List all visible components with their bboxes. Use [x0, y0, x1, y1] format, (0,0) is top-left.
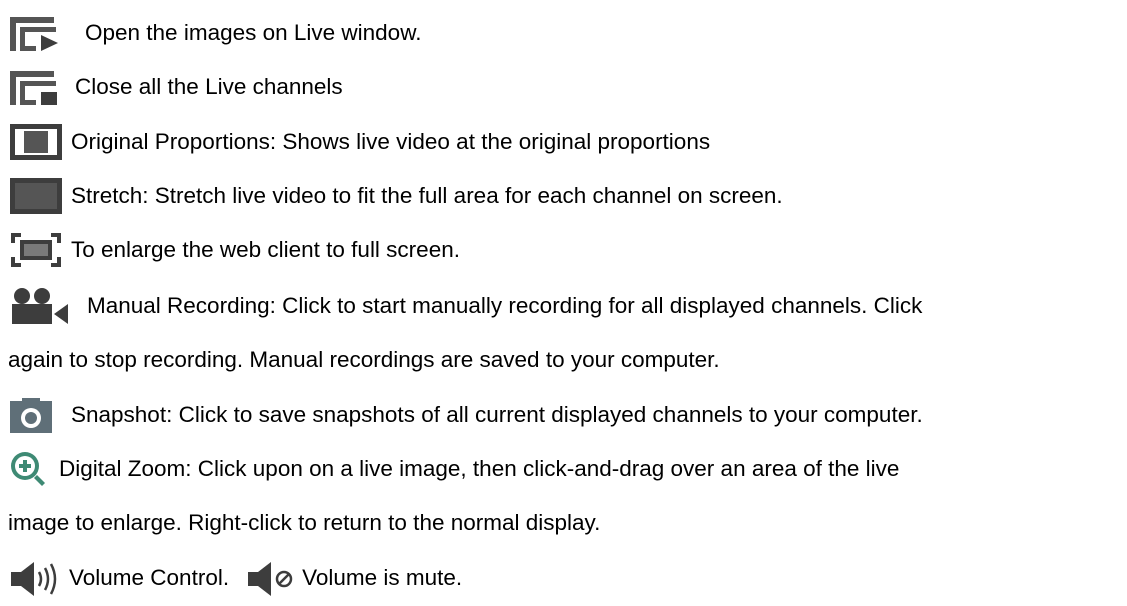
volume-icon: [8, 558, 62, 598]
open-live-window-icon: [8, 13, 66, 53]
fullscreen-text: To enlarge the web client to full screen…: [71, 237, 460, 262]
open-live-text: Open the images on Live window.: [85, 20, 422, 45]
manual-recording-line-2: again to stop recording. Manual recordin…: [8, 340, 720, 380]
digital-zoom-line-2: image to enlarge. Right-click to return …: [8, 503, 600, 543]
volume-mute-icon: [245, 558, 295, 598]
zoom-in-icon: [8, 449, 48, 489]
manual-recording-text: Manual Recording: Click to start manuall…: [87, 293, 923, 318]
stretch-icon: [8, 176, 64, 216]
stretch-text: Stretch: Stretch live video to fit the f…: [71, 183, 783, 208]
volume-text: Volume Control.: [69, 565, 230, 590]
fullscreen-icon: [8, 230, 64, 270]
close-live-line: Close all the Live channels: [8, 67, 343, 107]
digital-zoom-text-2: image to enlarge. Right-click to return …: [8, 510, 601, 535]
close-live-channels-icon: [8, 67, 66, 107]
volume-line: Volume Control. Volume is mute.: [8, 558, 462, 598]
open-live-line: Open the images on Live window.: [8, 13, 421, 53]
stretch-line: Stretch: Stretch live video to fit the f…: [8, 176, 783, 216]
snapshot-text: Snapshot: Click to save snapshots of all…: [71, 402, 923, 427]
manual-recording-text-2: again to stop recording. Manual recordin…: [8, 347, 720, 372]
manual-recording-line: Manual Recording: Click to start manuall…: [8, 286, 922, 326]
original-proportions-line: Original Proportions: Shows live video a…: [8, 122, 710, 162]
fullscreen-line: To enlarge the web client to full screen…: [8, 230, 460, 270]
original-proportions-icon: [8, 122, 64, 162]
snapshot-line: Snapshot: Click to save snapshots of all…: [8, 395, 923, 435]
camera-icon: [8, 395, 54, 435]
video-camera-icon: [8, 286, 70, 326]
close-live-text: Close all the Live channels: [75, 74, 343, 99]
digital-zoom-line: Digital Zoom: Click upon on a live image…: [8, 449, 899, 489]
mute-text: Volume is mute.: [302, 565, 463, 590]
original-proportions-text: Original Proportions: Shows live video a…: [71, 129, 711, 154]
digital-zoom-text: Digital Zoom: Click upon on a live image…: [59, 456, 900, 481]
